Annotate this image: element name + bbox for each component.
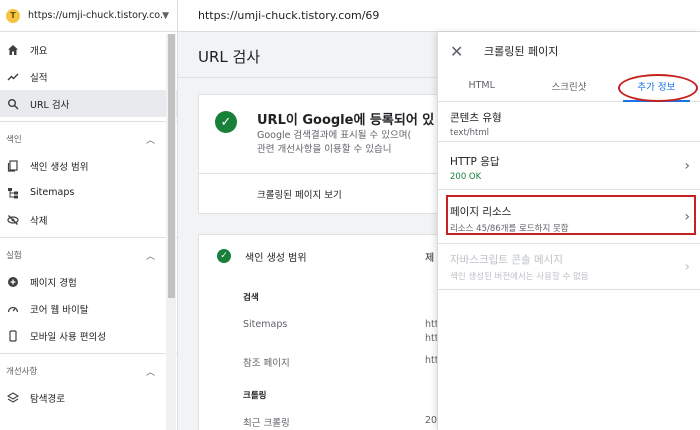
eye-off-icon (6, 213, 20, 227)
coverage-status: 제 (425, 253, 435, 264)
last-crawl-value: 20 (425, 415, 438, 426)
coverage-title[interactable]: 색인 생성 범위 (245, 249, 307, 264)
status-description: Google 검색결과에 표시될 수 있으며( 관련 개선사항을 이용할 수 있… (257, 129, 411, 157)
http-response-value: 200 OK (450, 172, 482, 182)
gauge-icon (6, 302, 20, 316)
sidebar: T https://umji-chuck.tistory.co... ▼ 개요 … (0, 0, 178, 430)
nav-coverage[interactable]: 색인 생성 범위 (0, 152, 177, 179)
search-icon (6, 97, 20, 111)
js-console-title: 자바스크립트 콘솔 메시지 (450, 254, 563, 266)
chevron-up-icon: ︿ (145, 135, 155, 146)
nav-page-experience[interactable]: 페이지 경험 (0, 268, 177, 295)
layers-icon (6, 391, 20, 405)
trend-icon (6, 70, 20, 84)
section-index-label: 색인 (6, 135, 22, 145)
section-enhancements-header[interactable]: 개선사항 ︿ (0, 358, 177, 384)
nav-url-inspection-label: URL 검사 (30, 99, 70, 111)
nav-sitemaps[interactable]: Sitemaps (0, 179, 177, 206)
nav-core-web-vitals-label: 코어 웹 바이탈 (30, 304, 89, 316)
nav-performance-label: 실적 (30, 72, 48, 84)
status-description-line1: Google 검색결과에 표시될 수 있으며( (257, 130, 412, 141)
nav-removals-label: 삭제 (30, 215, 48, 227)
annotation-box (446, 195, 696, 235)
chevron-right-icon: › (684, 157, 690, 174)
js-console-value: 색인 생성된 버전에서는 사용할 수 없음 (450, 272, 589, 282)
crawled-page-panel: ✕ 크롤링된 페이지 HTML 스크린샷 추가 정보 콘텐츠 유형 text/h… (437, 32, 700, 430)
close-icon[interactable]: ✕ (450, 42, 470, 61)
sidebar-scroll-thumb[interactable] (168, 34, 175, 298)
inspected-url-bar[interactable]: https://umji-chuck.tistory.com/69 (178, 0, 700, 32)
coverage-card: ✓ 색인 생성 범위 제 검색 Sitemaps htt htt 참조 페이지 … (198, 234, 448, 430)
nav-core-web-vitals[interactable]: 코어 웹 바이탈 (0, 295, 177, 322)
chevron-up-icon: ︿ (145, 251, 155, 262)
check-circle-icon: ✓ (217, 249, 231, 263)
check-circle-icon: ✓ (215, 111, 237, 133)
status-description-line2: 관련 개선사항을 이용할 수 있습니 (257, 144, 392, 155)
nav-url-inspection[interactable]: URL 검사 (0, 90, 177, 117)
section-index-header[interactable]: 색인 ︿ (0, 126, 177, 152)
nav-overview[interactable]: 개요 (0, 36, 177, 63)
main-content: URL 검사 ✓ URL이 Google에 등록되어 있 Google 검색결과… (178, 32, 449, 430)
nav-mobile-usability[interactable]: 모바일 사용 편의성 (0, 322, 177, 349)
view-crawled-page-button[interactable]: 크롤링된 페이지 보기 (257, 187, 342, 201)
panel-header: ✕ 크롤링된 페이지 (438, 32, 700, 70)
nav-sitemaps-label: Sitemaps (30, 187, 75, 198)
tab-screenshot[interactable]: 스크린샷 (525, 70, 612, 101)
http-response-title: HTTP 응답 (450, 156, 500, 168)
sitemap-icon (6, 186, 20, 200)
nav-coverage-label: 색인 생성 범위 (30, 161, 89, 173)
panel-tabs: HTML 스크린샷 추가 정보 (438, 70, 700, 102)
divider (0, 237, 177, 238)
page-title: URL 검사 (198, 48, 261, 66)
property-url: https://umji-chuck.tistory.co... (28, 10, 163, 21)
content-type-title: 콘텐츠 유형 (450, 112, 502, 124)
nav-mobile-usability-label: 모바일 사용 편의성 (30, 331, 106, 343)
index-status-card: ✓ URL이 Google에 등록되어 있 Google 검색결과에 표시될 수… (198, 94, 449, 214)
http-response-row[interactable]: HTTP 응답 200 OK › (438, 142, 700, 190)
content-type-row: 콘텐츠 유형 text/html (438, 102, 700, 142)
nav-overview-label: 개요 (30, 45, 48, 57)
content-type-value: text/html (450, 128, 490, 138)
tab-html[interactable]: HTML (438, 70, 525, 101)
sitemaps-label: Sitemaps (243, 319, 288, 330)
annotation-circle (618, 74, 698, 102)
chevron-right-icon: › (684, 208, 690, 225)
chevron-up-icon: ︿ (145, 367, 155, 378)
pages-icon (6, 159, 20, 173)
plus-circle-icon (6, 275, 20, 289)
dropdown-caret-icon: ▼ (162, 10, 169, 21)
phone-icon (6, 329, 20, 343)
home-icon (6, 43, 20, 57)
panel-title: 크롤링된 페이지 (484, 45, 559, 58)
section-label-crawl: 크롤링 (243, 391, 267, 401)
nav-performance[interactable]: 실적 (0, 63, 177, 90)
divider (0, 353, 177, 354)
divider (0, 121, 177, 122)
last-crawl-label: 최근 크롤링 (243, 418, 290, 429)
section-experience-label: 실험 (6, 251, 22, 261)
status-headline: URL이 Google에 등록되어 있 (257, 113, 435, 128)
section-label-discovery: 검색 (243, 293, 259, 303)
section-enhancements-label: 개선사항 (6, 367, 38, 377)
divider (199, 173, 449, 174)
nav-removals[interactable]: 삭제 (0, 206, 177, 233)
nav-breadcrumbs[interactable]: 탐색경로 (0, 384, 177, 411)
property-favicon-icon: T (6, 8, 20, 23)
inspected-url: https://umji-chuck.tistory.com/69 (198, 9, 380, 22)
property-selector[interactable]: T https://umji-chuck.tistory.co... ▼ (0, 0, 177, 32)
referring-page-label: 참조 페이지 (243, 358, 290, 369)
js-console-row: 자바스크립트 콘솔 메시지 색인 생성된 버전에서는 사용할 수 없음 › (438, 244, 700, 290)
nav-breadcrumbs-label: 탐색경로 (30, 393, 65, 405)
section-experience-header[interactable]: 실험 ︿ (0, 242, 177, 268)
nav-page-experience-label: 페이지 경험 (30, 277, 77, 289)
page-resources-row[interactable]: 페이지 리소스 리소스 45/86개를 로드하지 못함 › (438, 190, 700, 244)
chevron-right-icon: › (684, 258, 690, 275)
